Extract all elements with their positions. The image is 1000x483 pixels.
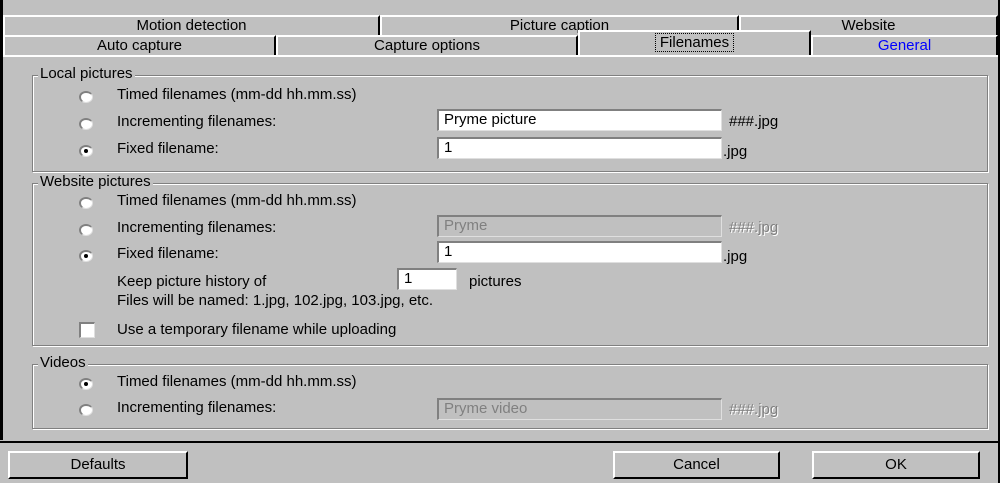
videos-incrementing-label: Incrementing filenames: bbox=[117, 399, 277, 416]
local-timed-label: Timed filenames (mm-dd hh.mm.ss) bbox=[117, 86, 357, 103]
videos-incrementing-input[interactable]: Pryme video bbox=[437, 398, 722, 420]
tab-label: Website bbox=[841, 17, 896, 34]
tab-label: Motion detection bbox=[136, 17, 247, 34]
local-incrementing-label: Incrementing filenames: bbox=[117, 113, 277, 130]
local-incrementing-input[interactable]: Pryme picture bbox=[437, 109, 722, 131]
local-fixed-input[interactable]: 1 bbox=[437, 137, 722, 159]
history-count-input[interactable]: 1 bbox=[397, 268, 457, 290]
local-pictures-title: Local pictures bbox=[38, 65, 135, 82]
temp-filename-label: Use a temporary filename while uploading bbox=[117, 321, 397, 338]
website-incrementing-label: Incrementing filenames: bbox=[117, 219, 277, 236]
videos-incrementing-suffix: ###.jpg bbox=[729, 401, 779, 418]
local-fixed-suffix: .jpg bbox=[723, 143, 748, 160]
website-incrementing-input[interactable]: Pryme bbox=[437, 215, 722, 237]
videos-title: Videos bbox=[38, 354, 88, 371]
videos-timed-radio[interactable] bbox=[79, 378, 93, 390]
website-incrementing-radio[interactable] bbox=[79, 224, 93, 236]
local-incrementing-suffix: ###.jpg bbox=[729, 113, 779, 130]
tab-motion-detection[interactable]: Motion detection bbox=[3, 15, 380, 35]
tab-label: Auto capture bbox=[96, 37, 183, 54]
website-fixed-suffix: .jpg bbox=[723, 248, 748, 265]
tab-filenames[interactable]: Filenames bbox=[578, 30, 811, 56]
website-pictures-title: Website pictures bbox=[38, 173, 153, 190]
website-fixed-label: Fixed filename: bbox=[117, 245, 219, 262]
website-incrementing-suffix: ###.jpg bbox=[729, 219, 779, 236]
website-timed-radio[interactable] bbox=[79, 197, 93, 209]
tab-label: General bbox=[877, 37, 932, 54]
cancel-button[interactable]: Cancel bbox=[613, 451, 780, 479]
bottom-separator bbox=[0, 441, 1000, 443]
temp-filename-checkbox[interactable] bbox=[79, 322, 95, 338]
website-fixed-radio[interactable] bbox=[79, 250, 93, 262]
ok-button[interactable]: OK bbox=[812, 451, 980, 479]
website-fixed-input[interactable]: 1 bbox=[437, 241, 722, 263]
history-suffix-label: pictures bbox=[469, 273, 522, 290]
tab-capture-options[interactable]: Capture options bbox=[276, 35, 578, 55]
local-timed-radio[interactable] bbox=[79, 91, 93, 103]
files-naming-note: Files will be named: 1.jpg, 102.jpg, 103… bbox=[117, 292, 434, 309]
tab-label: Filenames bbox=[654, 33, 735, 52]
tab-label: Capture options bbox=[374, 37, 480, 54]
website-timed-label: Timed filenames (mm-dd hh.mm.ss) bbox=[117, 192, 357, 209]
local-incrementing-radio[interactable] bbox=[79, 118, 93, 130]
local-fixed-radio[interactable] bbox=[79, 145, 93, 157]
videos-incrementing-radio[interactable] bbox=[79, 404, 93, 416]
history-prefix-label: Keep picture history of bbox=[117, 273, 267, 290]
tab-general[interactable]: General bbox=[811, 35, 998, 55]
videos-timed-label: Timed filenames (mm-dd hh.mm.ss) bbox=[117, 373, 357, 390]
tab-auto-capture[interactable]: Auto capture bbox=[3, 35, 276, 55]
local-fixed-label: Fixed filename: bbox=[117, 140, 219, 157]
defaults-button[interactable]: Defaults bbox=[8, 451, 188, 479]
